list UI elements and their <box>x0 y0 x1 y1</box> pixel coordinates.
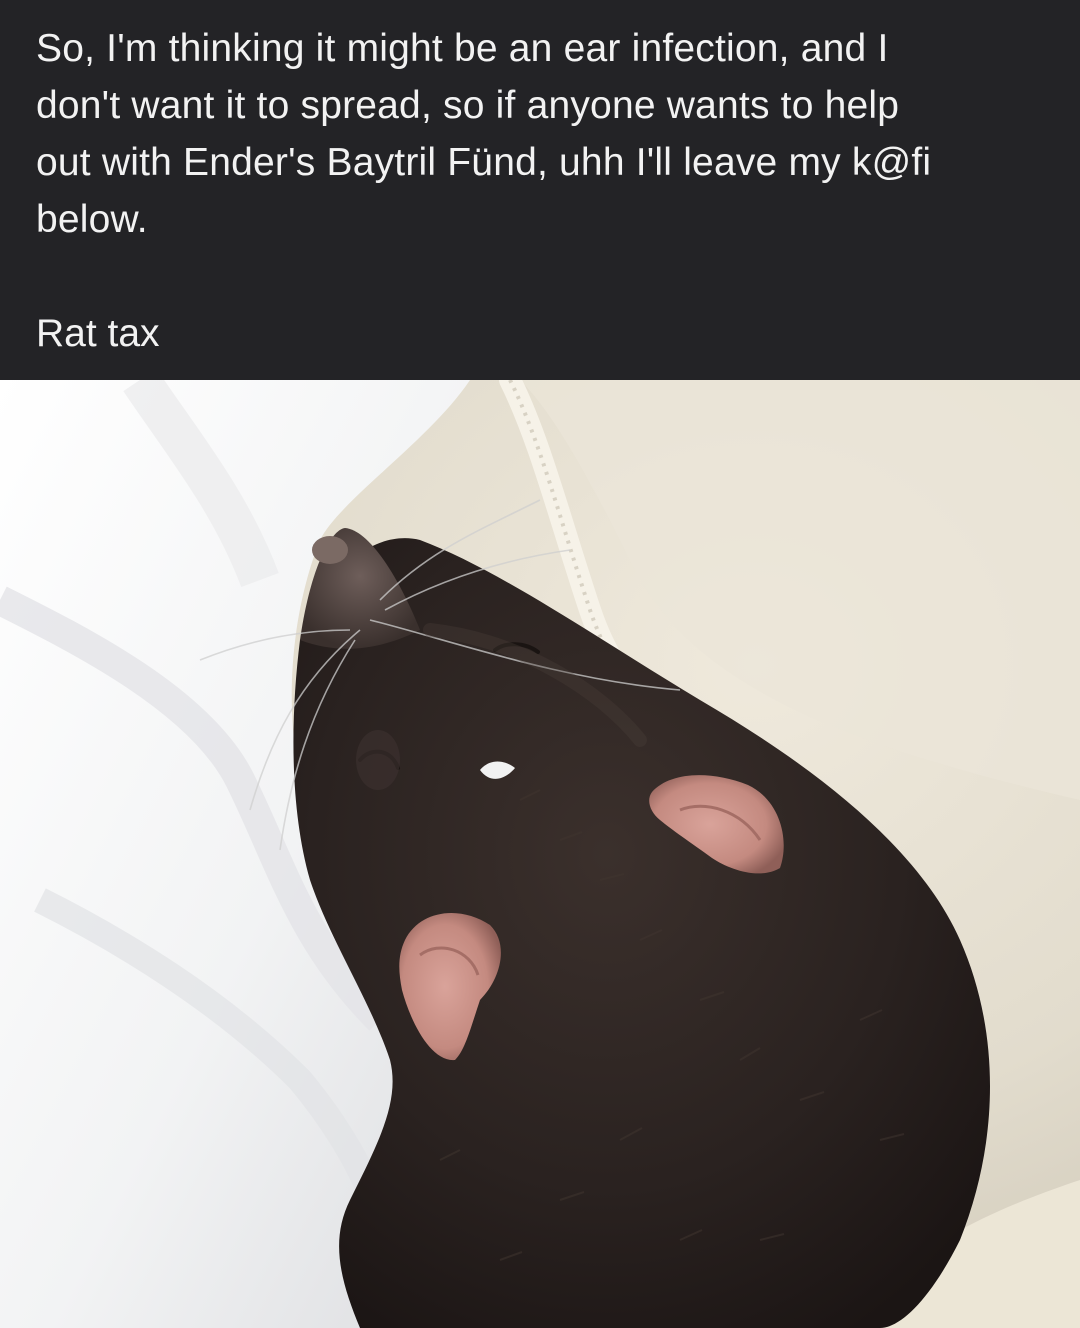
rat-nose <box>312 536 348 564</box>
post-line: below. <box>36 198 148 241</box>
post-line: out with Ender's Baytril Fünd, uhh I'll … <box>36 141 932 184</box>
post-body: So, I'm thinking it might be an ear infe… <box>36 20 1040 248</box>
rat-photo[interactable] <box>0 380 1080 1328</box>
post: So, I'm thinking it might be an ear infe… <box>0 0 1080 1328</box>
rat-photo-illustration <box>0 380 1080 1328</box>
post-line: So, I'm thinking it might be an ear infe… <box>36 27 889 70</box>
post-text-block: So, I'm thinking it might be an ear infe… <box>0 0 1080 380</box>
post-tag-line: Rat tax <box>36 312 160 355</box>
post-line: don't want it to spread, so if anyone wa… <box>36 84 900 127</box>
